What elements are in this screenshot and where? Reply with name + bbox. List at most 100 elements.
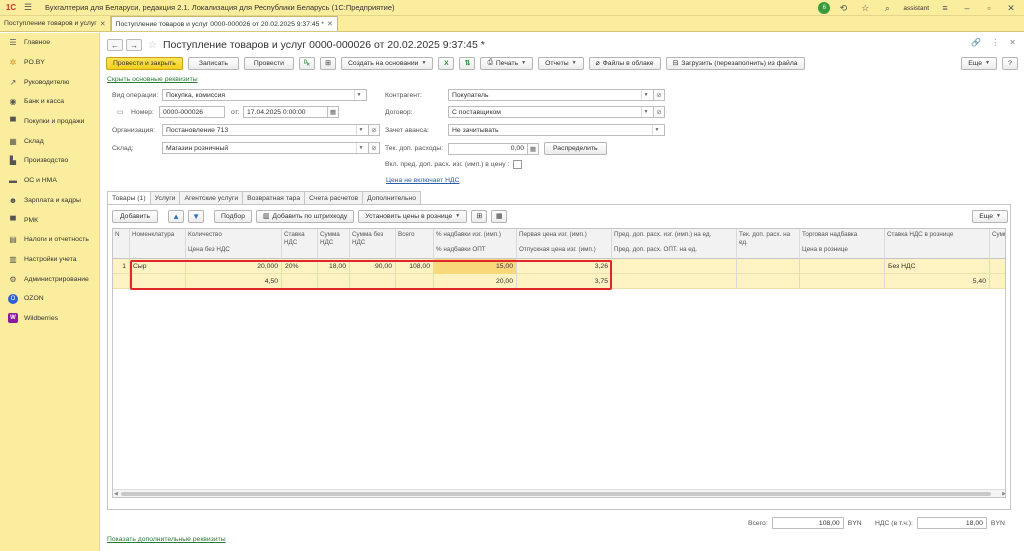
col-quantity[interactable]: Количество — [186, 229, 281, 241]
open-link-icon[interactable]: ⊘ — [654, 106, 665, 118]
col-sum-no-vat[interactable]: Сумма без НДС — [350, 229, 395, 248]
col-sum[interactable]: Сумма — [990, 229, 1005, 241]
sidebar-item-salary[interactable]: ☻ Зарплата и кадры — [0, 191, 99, 211]
col-first-price[interactable]: Первая цена изг. (имп.) — [517, 229, 611, 241]
window-tab-document[interactable]: Поступление товаров и услуг 0000-000026 … — [110, 16, 338, 31]
sidebar-item-wildberries[interactable]: W Wildberries — [0, 309, 99, 329]
scroll-right-icon[interactable]: ▶ — [1002, 490, 1005, 497]
price-excludes-vat-link[interactable]: Цена не включает НДС — [386, 177, 460, 184]
scroll-left-icon[interactable]: ◀ — [114, 490, 118, 497]
sidebar-item-purchases[interactable]: ▀ Покупки и продажи — [0, 112, 99, 132]
organization-field[interactable]: Постановление 713 ▼ — [162, 124, 369, 136]
contract-field[interactable]: С поставщиком ▼ — [448, 106, 654, 118]
help-button[interactable]: ? — [1002, 56, 1018, 70]
horizontal-scrollbar[interactable]: ◀ ▶ — [113, 489, 1005, 497]
sidebar-item-poby[interactable]: ✲ PO.BY — [0, 53, 99, 73]
sidebar-item-assets[interactable]: ▬ ОС и НМА — [0, 171, 99, 191]
move-up-icon[interactable]: ▲ — [168, 209, 185, 223]
calculator-icon[interactable]: ▦ — [528, 142, 539, 155]
notifications-badge[interactable]: 6 — [818, 2, 831, 14]
minimize-icon[interactable]: – — [960, 1, 974, 15]
col-nomenclature[interactable]: Номенклатура — [130, 229, 185, 241]
col-cur-cost[interactable]: Тек. доп. расх. на ед. — [737, 229, 799, 248]
number-field[interactable]: 0000-000026 — [159, 106, 225, 118]
upload-from-file-button[interactable]: ⊟ Загрузить (перезаполнить) из файла — [665, 56, 805, 70]
print-button[interactable]: ⎙ Печать ▼ — [480, 56, 534, 70]
reports-button[interactable]: Отчеты ▼ — [538, 56, 584, 70]
open-link-icon[interactable]: ⊘ — [369, 142, 380, 154]
save-button[interactable]: Записать — [187, 56, 239, 70]
advance-select[interactable]: Не зачитывать ▼ — [448, 124, 665, 136]
post-and-close-button[interactable]: Провести и закрыть — [106, 56, 183, 70]
col-n[interactable]: N — [113, 229, 129, 241]
close-tab-icon[interactable]: ✕ — [100, 20, 106, 28]
col-markup-imp[interactable]: % надбавки изг. (имп.) — [434, 229, 516, 241]
col-trade-markup[interactable]: Торговая надбавка — [800, 229, 884, 241]
col-price-no-vat[interactable]: Цена без НДС — [186, 244, 281, 256]
debit-credit-icon[interactable]: ᴰₖ — [298, 56, 315, 70]
favorites-icon[interactable]: ☆ — [858, 1, 872, 15]
hide-main-details-link[interactable]: Скрыть основные реквизиты — [107, 76, 198, 83]
more-vert-icon[interactable]: ⋮ — [991, 38, 999, 47]
distribute-button[interactable]: Распределить — [544, 142, 607, 155]
row-retail-vat[interactable]: Без НДС — [885, 259, 989, 274]
tab-settlement-accounts[interactable]: Счета расчетов — [304, 191, 364, 204]
col-vat-sum[interactable]: Сумма НДС — [318, 229, 349, 248]
forward-button[interactable]: → — [126, 39, 142, 51]
table-more-button[interactable]: Еще ▼ — [972, 209, 1008, 223]
tab-goods[interactable]: Товары (1) — [107, 191, 151, 204]
col-markup-opt[interactable]: % надбавки ОПТ — [434, 244, 516, 256]
row-retail-extra[interactable]: 5,40 — [885, 274, 989, 289]
more-button[interactable]: Еще ▼ — [961, 56, 997, 70]
col-retail-price[interactable]: Цена в рознице — [800, 244, 884, 256]
sidebar-item-main[interactable]: ☰ Главное — [0, 33, 99, 53]
create-based-on-button[interactable]: Создать на основании ▼ — [340, 56, 434, 70]
open-link-icon[interactable]: ⊘ — [369, 124, 380, 136]
tab-additional[interactable]: Дополнительно — [362, 191, 422, 204]
upload-excel-icon[interactable]: ⇅ — [459, 56, 476, 70]
scrollbar-thumb[interactable] — [121, 492, 991, 496]
structure-icon[interactable]: ⊞ — [319, 56, 336, 70]
set-retail-prices-button[interactable]: Установить цены в рознице ▼ — [358, 209, 468, 223]
tab-services[interactable]: Услуги — [149, 191, 181, 204]
post-button[interactable]: Провести — [243, 56, 294, 70]
user-name[interactable]: assistant — [903, 5, 929, 12]
col-release-price[interactable]: Отпускная цена изг. (имп.) — [517, 244, 611, 256]
counterparty-field[interactable]: Покупатель ▼ — [448, 89, 654, 101]
number-settings-icon[interactable]: ▭ — [117, 108, 131, 116]
favorite-star-icon[interactable]: ☆ — [148, 40, 157, 51]
back-button[interactable]: ← — [107, 39, 123, 51]
sidebar-item-ozon[interactable]: O OZON — [0, 289, 99, 309]
fill-icon[interactable]: ⊞ — [471, 209, 488, 223]
search-icon[interactable]: ⌕ — [880, 1, 894, 15]
col-prev-cost-opt[interactable]: Пред. доп. расх. ОПТ. на ед. — [612, 244, 736, 256]
col-retail-vat[interactable]: Ставка НДС в рознице — [885, 229, 989, 241]
move-down-icon[interactable]: ▼ — [188, 209, 205, 223]
settings-menu-icon[interactable]: ≡ — [938, 1, 952, 15]
operation-type-select[interactable]: Покупка, комиссия ▼ — [162, 89, 367, 101]
close-form-icon[interactable]: ✕ — [1009, 38, 1016, 47]
sidebar-item-rmk[interactable]: ▀ РМК — [0, 210, 99, 230]
tab-agent-services[interactable]: Агентские услуги — [179, 191, 244, 204]
maximize-icon[interactable]: ▫ — [982, 1, 996, 15]
tab-returnable-packaging[interactable]: Возвратная тара — [242, 191, 306, 204]
col-vat-rate[interactable]: Ставка НДС — [282, 229, 317, 248]
link-icon[interactable]: 🔗 — [971, 38, 981, 47]
show-additional-details-link[interactable]: Показать дополнительные реквизиты — [107, 536, 226, 543]
add-by-barcode-button[interactable]: ▥ Добавить по штрихкоду — [255, 209, 355, 223]
main-menu-icon[interactable]: ☰ — [21, 1, 35, 15]
sidebar-item-admin[interactable]: ⚙ Администрирование — [0, 269, 99, 289]
include-costs-checkbox[interactable] — [513, 160, 523, 169]
sidebar-item-warehouse[interactable]: ▦ Склад — [0, 131, 99, 151]
table-settings-icon[interactable]: ▦ — [491, 209, 508, 223]
sidebar-item-bank[interactable]: ◉ Банк и касса — [0, 92, 99, 112]
add-row-button[interactable]: Добавить — [112, 209, 159, 223]
open-link-icon[interactable]: ⊘ — [654, 89, 665, 101]
close-tab-icon[interactable]: ✕ — [327, 20, 333, 28]
sidebar-item-production[interactable]: ▙ Производство — [0, 151, 99, 171]
pick-button[interactable]: Подбор — [214, 209, 252, 223]
warehouse-field[interactable]: Магазин розничный ▼ — [162, 142, 369, 154]
sidebar-item-taxes[interactable]: ▤ Налоги и отчетность — [0, 230, 99, 250]
sidebar-item-accounting-settings[interactable]: ▥ Настройки учета — [0, 250, 99, 270]
sidebar-item-manager[interactable]: ↗ Руководителю — [0, 72, 99, 92]
